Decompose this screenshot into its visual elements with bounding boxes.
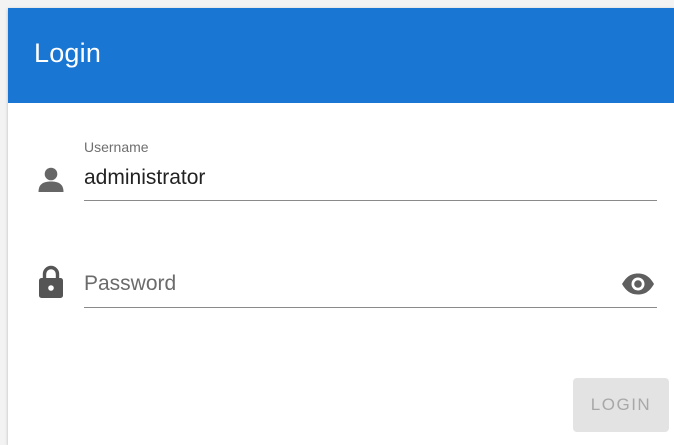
- person-icon: [38, 167, 64, 192]
- username-label: Username: [84, 139, 149, 155]
- password-underline: [84, 307, 657, 308]
- login-button[interactable]: LOGIN: [573, 378, 669, 432]
- login-dialog: Login Username administrator Password LO…: [8, 8, 674, 445]
- lock-icon: [39, 265, 63, 298]
- username-input[interactable]: administrator: [84, 166, 205, 190]
- password-input[interactable]: Password: [84, 272, 176, 296]
- dialog-header: Login: [8, 8, 674, 103]
- dialog-title: Login: [34, 38, 102, 68]
- eye-icon[interactable]: [621, 273, 655, 295]
- username-underline: [84, 200, 657, 201]
